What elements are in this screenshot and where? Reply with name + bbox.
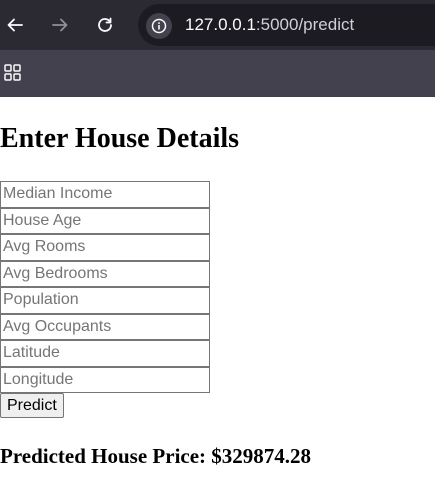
house-details-form: Predict: [0, 181, 210, 418]
population-input[interactable]: [0, 287, 210, 314]
prediction-result: Predicted House Price: $329874.28: [0, 444, 312, 468]
predict-button[interactable]: Predict: [0, 393, 64, 418]
url-host: 127.0.0.1: [185, 15, 256, 34]
latitude-input[interactable]: [0, 340, 210, 367]
longitude-input[interactable]: [0, 366, 210, 393]
address-bar[interactable]: 127.0.0.1:5000/predict: [138, 4, 435, 46]
avg-occupants-input[interactable]: [0, 313, 210, 340]
page-title: Enter House Details: [0, 123, 240, 154]
avg-rooms-input[interactable]: [0, 234, 210, 261]
avg-bedrooms-input[interactable]: [0, 260, 210, 287]
url-text: 127.0.0.1:5000/predict: [185, 15, 354, 35]
forward-arrow-icon[interactable]: [50, 15, 70, 35]
back-arrow-icon[interactable]: [5, 15, 25, 35]
bookmarks-bar: [0, 50, 435, 97]
apps-grid-icon[interactable]: [4, 64, 22, 82]
reload-icon[interactable]: [95, 15, 115, 35]
browser-toolbar: 127.0.0.1:5000/predict: [0, 0, 435, 50]
info-icon[interactable]: [146, 13, 172, 39]
url-path: :5000/predict: [255, 15, 355, 34]
house-age-input[interactable]: [0, 207, 210, 234]
median-income-input[interactable]: [0, 181, 210, 208]
